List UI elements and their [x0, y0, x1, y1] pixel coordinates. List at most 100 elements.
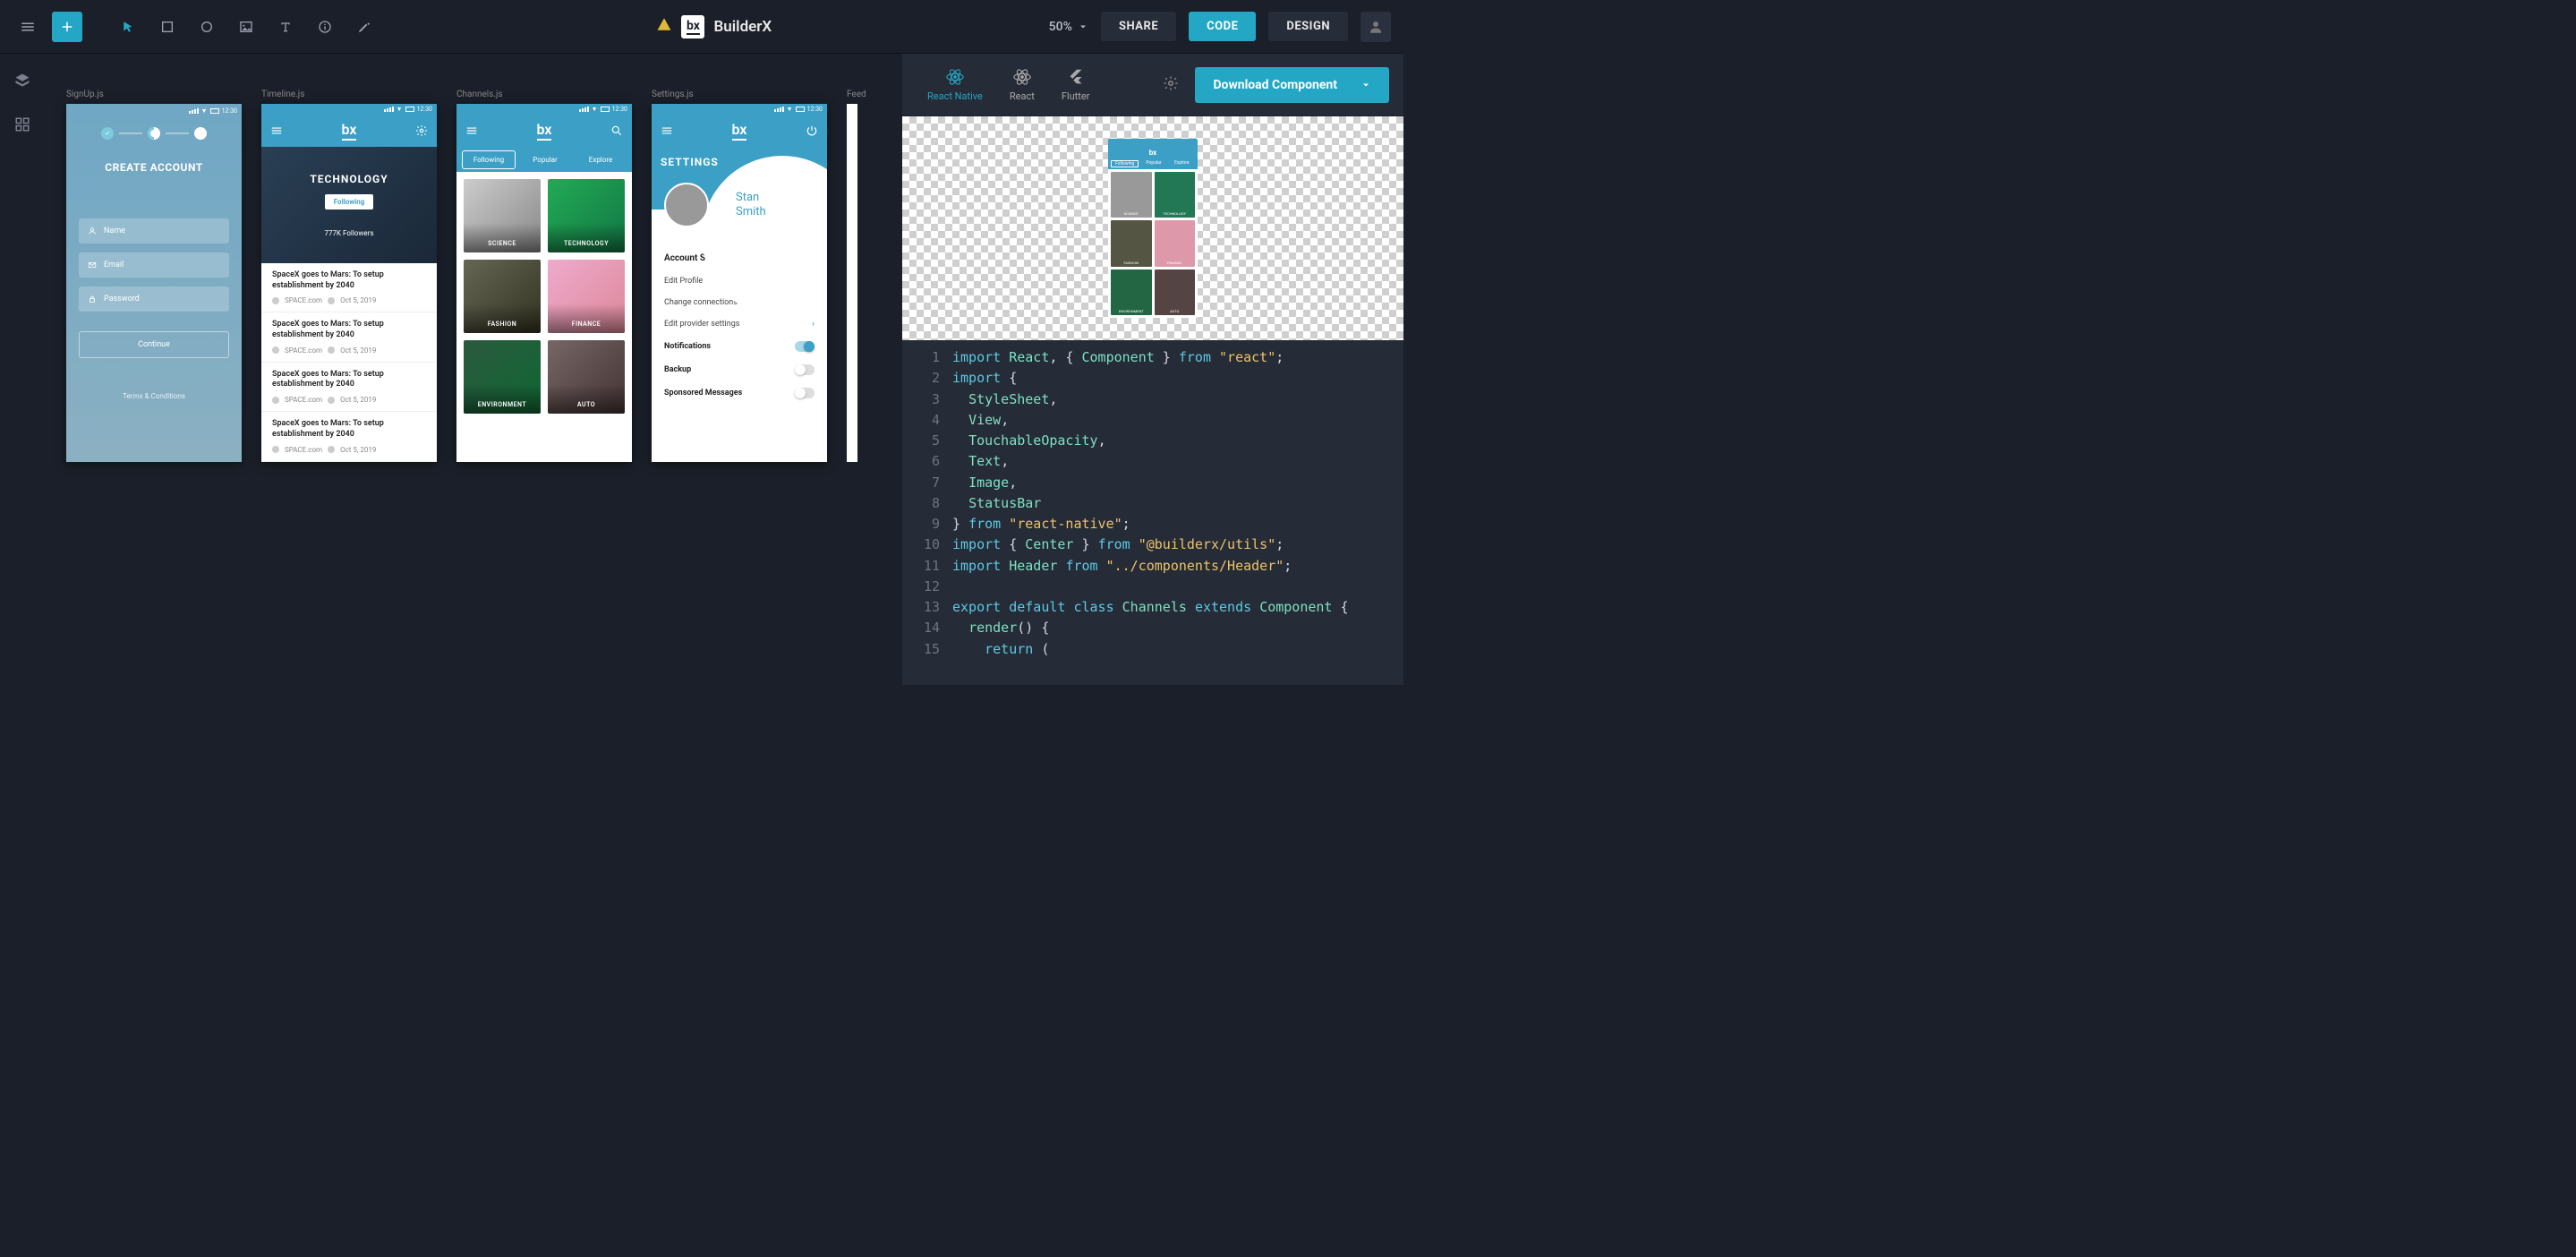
appbar: bx [456, 115, 632, 147]
setting-row-edit-provider[interactable]: Edit provider settings› [652, 313, 827, 335]
chevron-right-icon: › [812, 320, 815, 329]
setting-row-notifications: Notifications [652, 335, 827, 358]
chevron-down-icon [1361, 80, 1371, 90]
artboard-timeline[interactable]: Timeline.js ▼12:30 bx TECHNOLOGY Followi… [261, 90, 437, 462]
settings-gear-icon[interactable] [415, 124, 428, 137]
statusbar: ▼ 12:30 [66, 106, 242, 116]
artboard-feed[interactable]: Feed [847, 90, 866, 462]
add-button[interactable] [52, 12, 82, 42]
wifi-icon: ▼ [201, 107, 208, 115]
components-icon[interactable] [14, 116, 30, 136]
tab-react-native[interactable]: React Native [917, 62, 994, 107]
artboard-label: Channels.js [456, 90, 632, 99]
pen-tool[interactable] [349, 12, 380, 42]
layers-icon[interactable] [13, 72, 31, 93]
statusbar-time: 12:30 [222, 107, 237, 115]
search-icon[interactable] [610, 124, 623, 137]
progress-steps [66, 127, 242, 140]
info-icon[interactable] [310, 12, 340, 42]
tab-flutter[interactable]: Flutter [1051, 62, 1101, 107]
artboard-channels[interactable]: Channels.js ▼12:30 bx Following Popular … [456, 90, 632, 462]
react-icon [1012, 67, 1032, 87]
circle-tool[interactable] [192, 12, 222, 42]
appbar-title: bx [537, 121, 552, 141]
chevron-down-icon [1078, 21, 1088, 32]
hero-banner: TECHNOLOGY Following 777K Followers [261, 147, 437, 263]
following-button[interactable]: Following [325, 194, 374, 210]
profile-section: Stan Smith [652, 183, 827, 227]
feed-item[interactable]: SpaceX goes to Mars: To setup establishm… [261, 363, 437, 412]
feed-item[interactable]: SpaceX goes to Mars: To setup establishm… [261, 263, 437, 312]
hero-category: TECHNOLOGY [310, 173, 388, 185]
terms-link[interactable]: Terms & Conditions [66, 392, 242, 400]
channel-card[interactable]: ENVIRONMENT [464, 340, 541, 414]
toggle-notifications[interactable] [795, 341, 815, 352]
artboard-label: Settings.js [652, 90, 827, 99]
line-gutter: 123456789101112131415 [902, 340, 952, 685]
canvas[interactable]: SignUp.js ▼12:30 CREATE ACCOUNT Name Ema… [45, 54, 902, 685]
appbar: bx [652, 115, 827, 147]
code-button[interactable]: CODE [1189, 12, 1256, 41]
app-title-area: bx BuilderX [380, 15, 1049, 38]
power-icon[interactable] [806, 124, 818, 137]
tab-explore[interactable]: Explore [575, 151, 627, 168]
toggle-sponsored[interactable] [795, 388, 815, 398]
download-component-button[interactable]: Download Component [1195, 67, 1389, 103]
name-field[interactable]: Name [79, 218, 229, 244]
code-editor[interactable]: 123456789101112131415 import React, { Co… [902, 340, 1403, 685]
rectangle-tool[interactable] [152, 12, 183, 42]
mail-icon [88, 261, 97, 269]
channel-card[interactable]: FINANCE [548, 260, 625, 333]
flutter-icon [1066, 67, 1086, 87]
warning-icon [656, 16, 672, 37]
app-title: BuilderX [713, 18, 772, 36]
user-avatar-icon[interactable] [1361, 12, 1391, 42]
hamburger-icon[interactable] [13, 12, 43, 42]
menu-icon[interactable] [465, 124, 478, 137]
toggle-backup[interactable] [795, 364, 815, 375]
toolbar-right: 50% SHARE CODE DESIGN [1049, 12, 1391, 42]
zoom-level[interactable]: 50% [1049, 20, 1088, 34]
framework-header: React Native React Flutter Download Comp… [902, 54, 1403, 116]
channel-grid: SCIENCE TECHNOLOGY FASHION FINANCE ENVIR… [456, 172, 632, 421]
image-tool[interactable] [231, 12, 261, 42]
menu-icon[interactable] [270, 124, 283, 137]
settings-gear-icon[interactable] [1163, 75, 1179, 95]
battery-icon [210, 108, 219, 114]
channel-card[interactable]: TECHNOLOGY [548, 179, 625, 252]
tab-react[interactable]: React [999, 62, 1045, 107]
setting-row-backup: Backup [652, 358, 827, 381]
channel-card[interactable]: FASHION [464, 260, 541, 333]
preview-phone: bx FollowingPopularExplore SCIENCE TECHN… [1108, 139, 1198, 318]
channel-card[interactable]: SCIENCE [464, 179, 541, 252]
top-toolbar: bx BuilderX 50% SHARE CODE DESIGN [0, 0, 1403, 54]
text-tool[interactable] [270, 12, 301, 42]
statusbar: ▼12:30 [652, 104, 827, 115]
design-button[interactable]: DESIGN [1268, 12, 1348, 41]
artboard-label: SignUp.js [66, 90, 242, 99]
email-field[interactable]: Email [79, 252, 229, 278]
feed-list: SpaceX goes to Mars: To setup establishm… [261, 263, 437, 462]
react-icon [945, 67, 965, 87]
artboard-signup[interactable]: SignUp.js ▼12:30 CREATE ACCOUNT Name Ema… [66, 90, 242, 462]
feed-item[interactable]: SpaceX goes to Mars: To setup establishm… [261, 312, 437, 362]
appbar-title: bx [732, 121, 747, 141]
code-content[interactable]: import React, { Component } from "react"… [952, 340, 1403, 685]
right-panel: React Native React Flutter Download Comp… [902, 54, 1403, 685]
artboard-settings[interactable]: Settings.js ▼12:30 bx SETTINGS Stan Sm [652, 90, 827, 462]
profile-avatar[interactable] [664, 183, 709, 227]
feed-item[interactable]: SpaceX goes to Mars: To setup establishm… [261, 412, 437, 461]
tab-popular[interactable]: Popular [519, 151, 571, 168]
menu-icon[interactable] [661, 124, 673, 137]
share-button[interactable]: SHARE [1101, 12, 1176, 41]
statusbar: ▼12:30 [456, 104, 632, 115]
channel-card[interactable]: AUTO [548, 340, 625, 414]
password-field[interactable]: Password [79, 286, 229, 312]
select-tool[interactable] [113, 12, 143, 42]
continue-button[interactable]: Continue [79, 331, 229, 358]
tab-following[interactable]: Following [462, 150, 516, 169]
artboard-label: Feed [847, 90, 866, 99]
profile-name: Stan Smith [736, 191, 766, 218]
followers-count: 777K Followers [325, 229, 374, 237]
user-icon [88, 227, 97, 235]
